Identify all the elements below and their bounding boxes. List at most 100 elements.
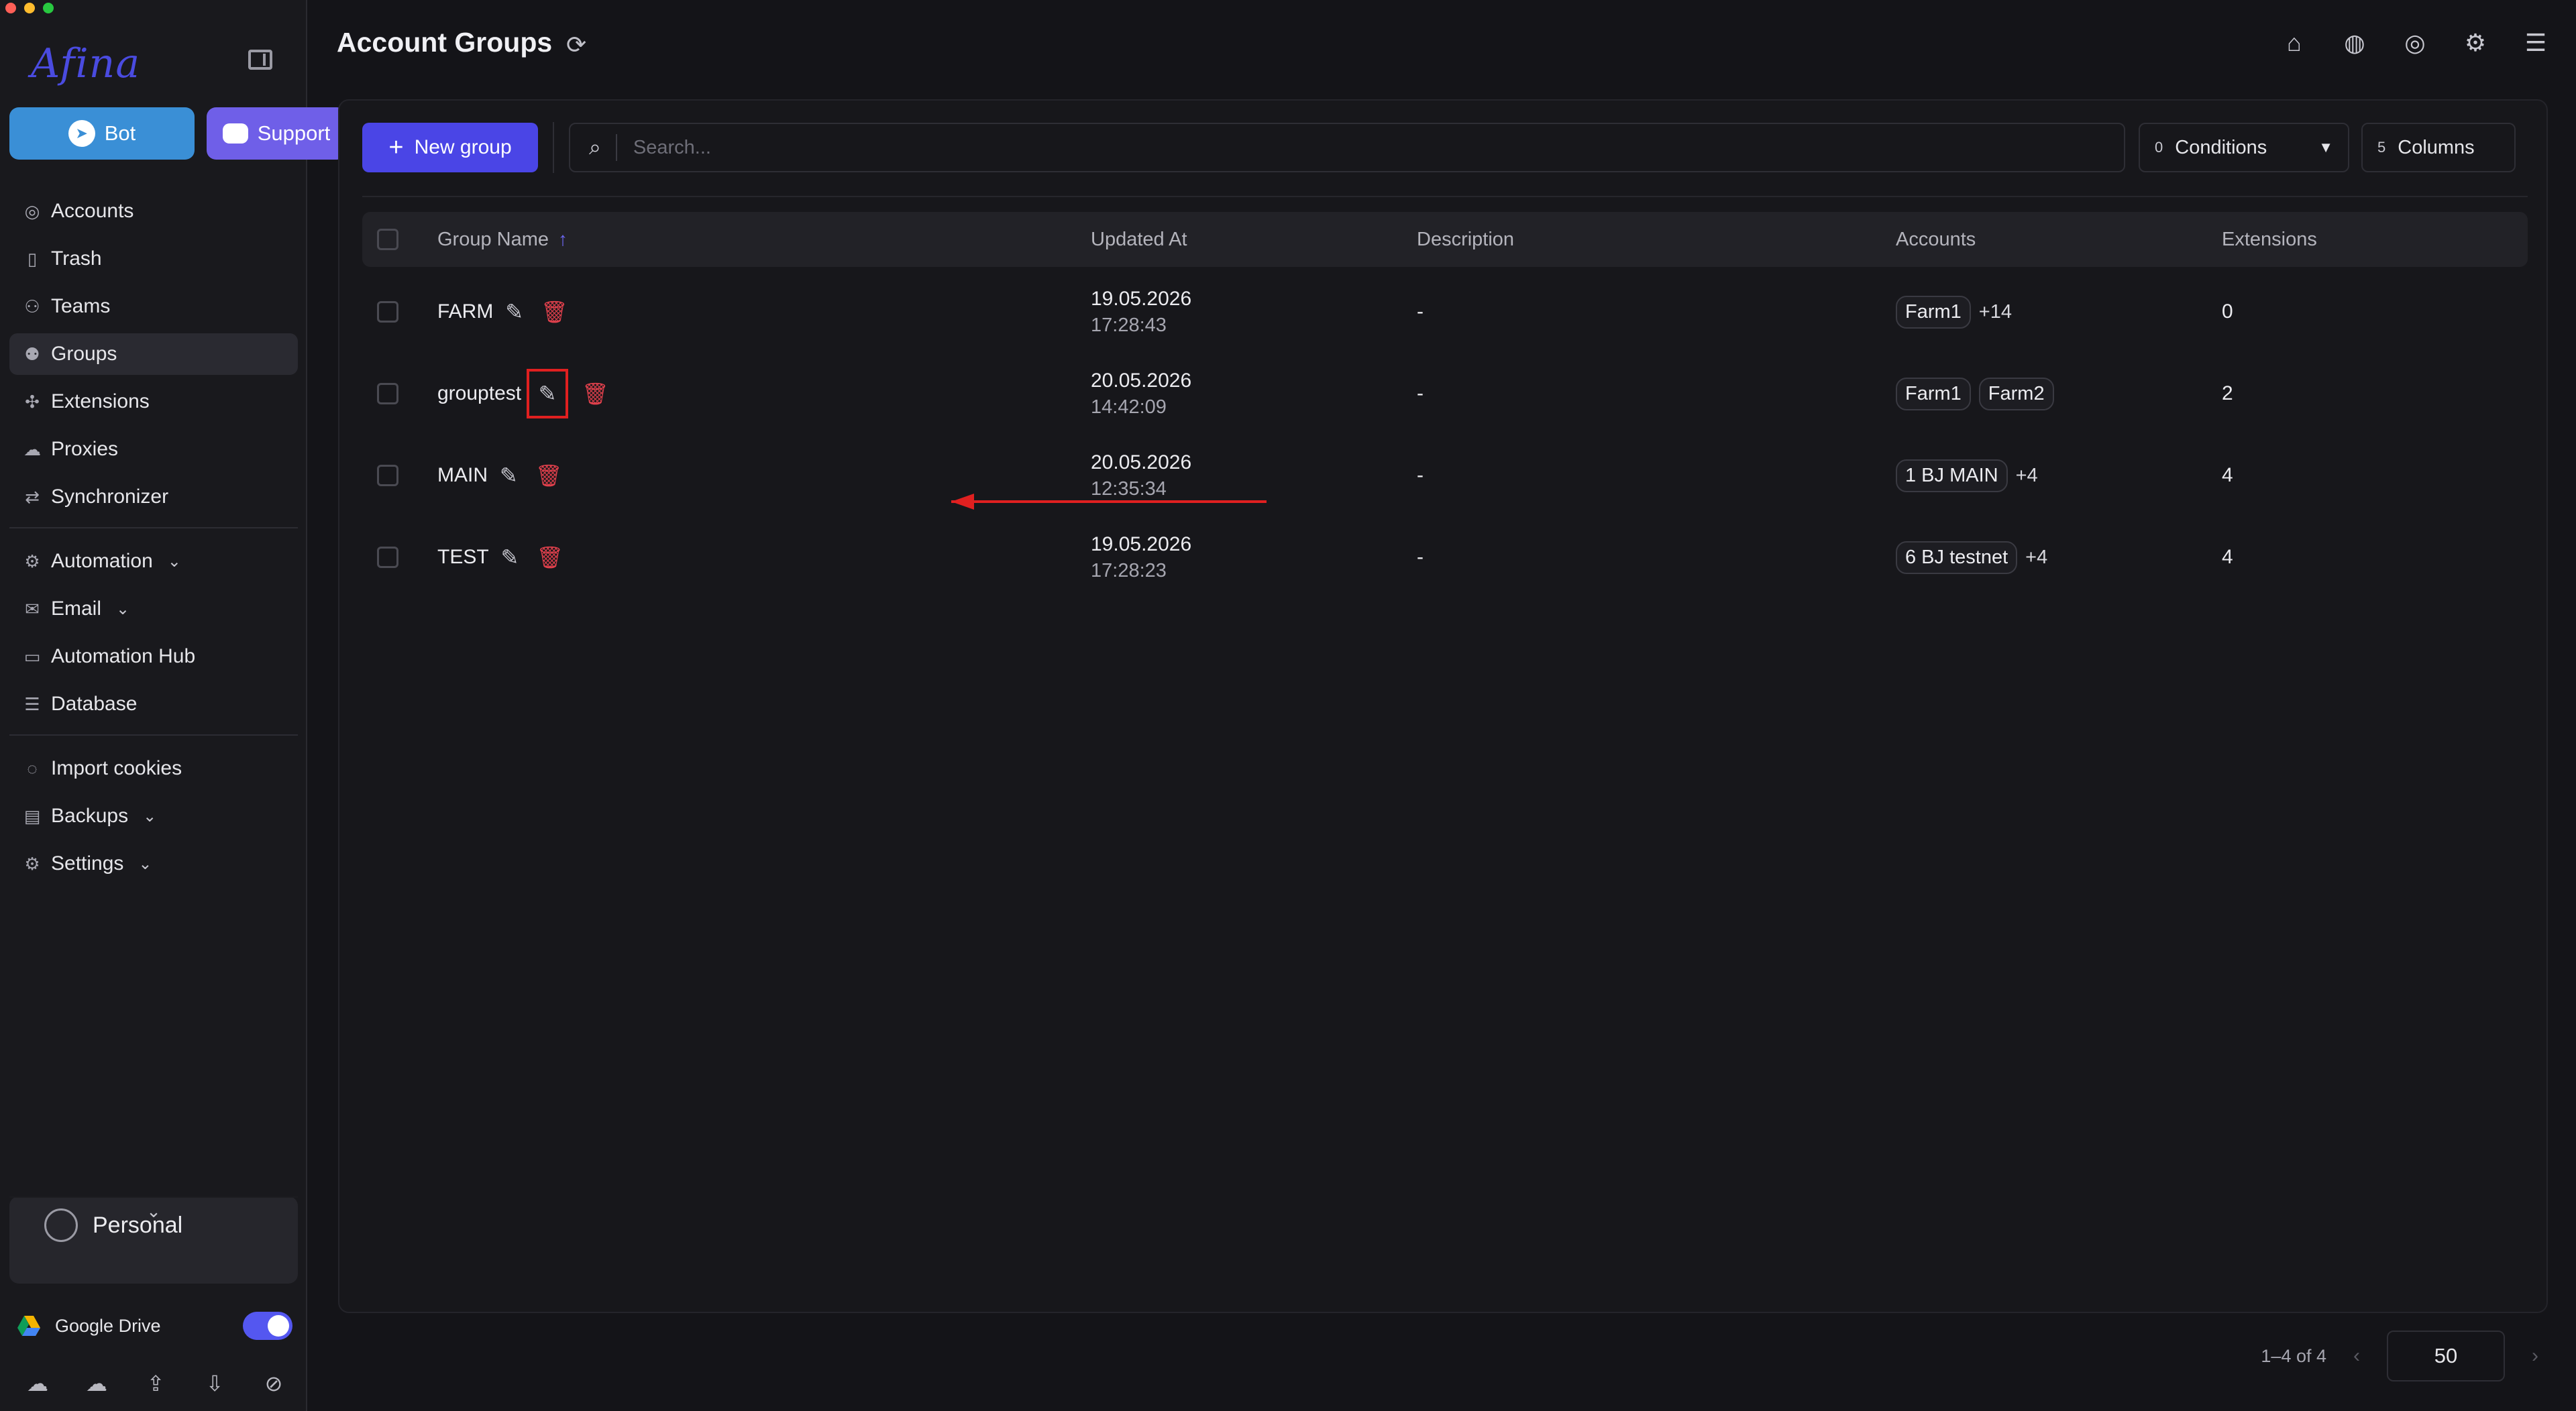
toolbar-divider	[553, 122, 554, 173]
annotation-arrow	[951, 500, 1267, 503]
sidebar-item-trash[interactable]: ▯ Trash	[9, 238, 298, 280]
chevron-down-icon: ⌄	[116, 600, 130, 618]
updated-date: 19.05.2026	[1091, 287, 1192, 310]
google-drive-sync: Google Drive	[16, 1312, 292, 1340]
globe-sync-icon[interactable]: ◍	[2341, 29, 2368, 56]
support-label: Support	[257, 121, 331, 145]
sidebar-item-teams[interactable]: ⚇ Teams	[9, 286, 298, 327]
settings-icon[interactable]: ⚙	[2462, 29, 2489, 56]
zoom-window-dot[interactable]	[43, 3, 54, 13]
sidebar-item-groups[interactable]: ⚉ Groups	[9, 333, 298, 375]
avatar	[44, 1208, 78, 1242]
groups-panel: + New group ⌕ Search... 0 Conditions ▼ 5…	[338, 99, 2548, 1313]
search-icon: ⌕	[589, 135, 601, 159]
google-drive-label: Google Drive	[55, 1315, 161, 1336]
sidebar-item-label: Database	[51, 693, 138, 715]
description: -	[1417, 546, 1424, 568]
sidebar-item-extensions[interactable]: ✣ Extensions	[9, 381, 298, 422]
user-circle-icon: ◎	[24, 201, 40, 221]
pagination: 1–4 of 4 ‹ 50 ›	[2261, 1331, 2538, 1381]
account-pill[interactable]: 1 BJ MAIN	[1896, 459, 2008, 492]
account-pill[interactable]: Farm1	[1896, 377, 1971, 410]
prev-page-icon[interactable]: ‹	[2353, 1345, 2360, 1367]
trash-icon: ▯	[27, 248, 38, 269]
eye-off-icon[interactable]: ⊘	[262, 1371, 286, 1396]
next-page-icon[interactable]: ›	[2532, 1345, 2538, 1367]
list-icon: ☰	[24, 693, 40, 714]
sidebar-item-label: Email	[51, 598, 102, 620]
edit-pencil-icon[interactable]: ✎	[505, 299, 523, 325]
bot-label: Bot	[104, 121, 136, 145]
updated-date: 20.05.2026	[1091, 369, 1192, 392]
edit-pencil-icon[interactable]: ✎	[539, 381, 557, 406]
more-accounts[interactable]: +4	[2016, 465, 2038, 487]
minimize-window-dot[interactable]	[24, 3, 35, 13]
layout-icon[interactable]: ☰	[2522, 29, 2549, 56]
delete-trash-icon[interactable]: 🗑	[536, 545, 564, 570]
sidebar-item-proxies[interactable]: ☁ Proxies	[9, 429, 298, 470]
row-checkbox[interactable]	[377, 465, 398, 486]
sidebar-item-backups[interactable]: ▤ Backups ⌄	[9, 795, 298, 837]
column-header-accounts[interactable]: Accounts	[1896, 212, 1976, 267]
updated-time: 12:35:34	[1091, 477, 1167, 500]
sidebar-item-settings[interactable]: ⚙ Settings ⌄	[9, 843, 298, 885]
cookie-icon: ◌	[27, 758, 38, 779]
sidebar-item-synchronizer[interactable]: ⇄ Synchronizer	[9, 476, 298, 518]
sidebar-item-automation[interactable]: ⚙ Automation ⌄	[9, 541, 298, 582]
delete-trash-icon[interactable]: 🗑	[541, 299, 568, 325]
edit-pencil-icon[interactable]: ✎	[501, 545, 519, 570]
column-header-updated-at[interactable]: Updated At	[1091, 212, 1187, 267]
cloud-upload-icon[interactable]: ☁	[25, 1371, 50, 1396]
sidebar-item-email[interactable]: ✉ Email ⌄	[9, 588, 298, 630]
edit-pencil-icon[interactable]: ✎	[500, 463, 518, 488]
row-checkbox[interactable]	[377, 383, 398, 404]
delete-trash-icon[interactable]: 🗑	[582, 381, 609, 406]
updated-time: 17:28:23	[1091, 559, 1167, 581]
tag-icon[interactable]: ⌂	[2281, 29, 2308, 56]
column-header-description[interactable]: Description	[1417, 212, 1514, 267]
sidebar-item-label: Settings	[51, 852, 124, 874]
more-accounts[interactable]: +14	[1979, 301, 2012, 323]
delete-trash-icon[interactable]: 🗑	[535, 463, 563, 488]
telegram-icon: ➤	[68, 120, 95, 147]
table-row[interactable]: MAIN ✎ 🗑 20.05.2026 12:35:34 - 1 BJ MAIN +…	[362, 435, 2528, 516]
conditions-dropdown[interactable]: 0 Conditions ▼	[2139, 123, 2349, 172]
group-name: grouptest	[437, 382, 522, 404]
sidebar-toggle-icon[interactable]	[248, 50, 272, 70]
sidebar-item-import-cookies[interactable]: ◌ Import cookies	[9, 748, 298, 789]
select-all-checkbox[interactable]	[377, 229, 398, 250]
google-drive-icon	[17, 1316, 40, 1336]
extensions-count: 2	[2222, 382, 2233, 404]
sidebar-item-automation-hub[interactable]: ▭ Automation Hub	[9, 636, 298, 677]
account-pill[interactable]: Farm2	[1978, 377, 2054, 410]
page-size-input[interactable]: 50	[2387, 1331, 2505, 1381]
table-row[interactable]: grouptest ✎ 🗑 20.05.2026 14:42:09 - Farm1…	[362, 353, 2528, 435]
account-pill[interactable]: Farm1	[1896, 295, 1971, 329]
row-checkbox[interactable]	[377, 547, 398, 568]
table-row[interactable]: TEST ✎ 🗑 19.05.2026 17:28:23 - 6 BJ testn…	[362, 516, 2528, 598]
bot-button[interactable]: ➤ Bot	[9, 107, 195, 160]
column-header-group-name[interactable]: Group Name ↑	[437, 212, 568, 267]
cloud-download-icon[interactable]: ☁	[85, 1371, 109, 1396]
profile-switcher[interactable]: Personal › ⌄	[9, 1196, 2186, 1284]
updated-time: 17:28:43	[1091, 314, 1167, 336]
column-header-extensions[interactable]: Extensions	[2222, 212, 2317, 267]
table-row[interactable]: FARM ✎ 🗑 19.05.2026 17:28:43 - Farm1 +14 0	[362, 271, 2528, 353]
globe-icon[interactable]: ◎	[2402, 29, 2428, 56]
sidebar-item-accounts[interactable]: ◎ Accounts	[9, 190, 298, 232]
refresh-icon[interactable]: ⟳	[566, 31, 586, 59]
folder-upload-icon[interactable]: ⇪	[144, 1371, 168, 1396]
table-header: Group Name ↑ Updated At Description Accou…	[362, 212, 2528, 267]
sidebar-item-label: Automation Hub	[51, 645, 196, 667]
account-pill[interactable]: 6 BJ testnet	[1896, 541, 2018, 574]
more-accounts[interactable]: +4	[2025, 547, 2047, 569]
google-drive-toggle[interactable]	[243, 1312, 292, 1340]
row-checkbox[interactable]	[377, 301, 398, 323]
support-button[interactable]: Support	[207, 107, 346, 160]
search-input[interactable]: ⌕ Search...	[569, 123, 2125, 172]
new-group-button[interactable]: + New group	[362, 123, 538, 172]
columns-button[interactable]: 5 Columns	[2361, 123, 2516, 172]
close-window-dot[interactable]	[5, 3, 16, 13]
sidebar-item-database[interactable]: ☰ Database	[9, 683, 298, 725]
folder-download-icon[interactable]: ⇩	[203, 1371, 227, 1396]
